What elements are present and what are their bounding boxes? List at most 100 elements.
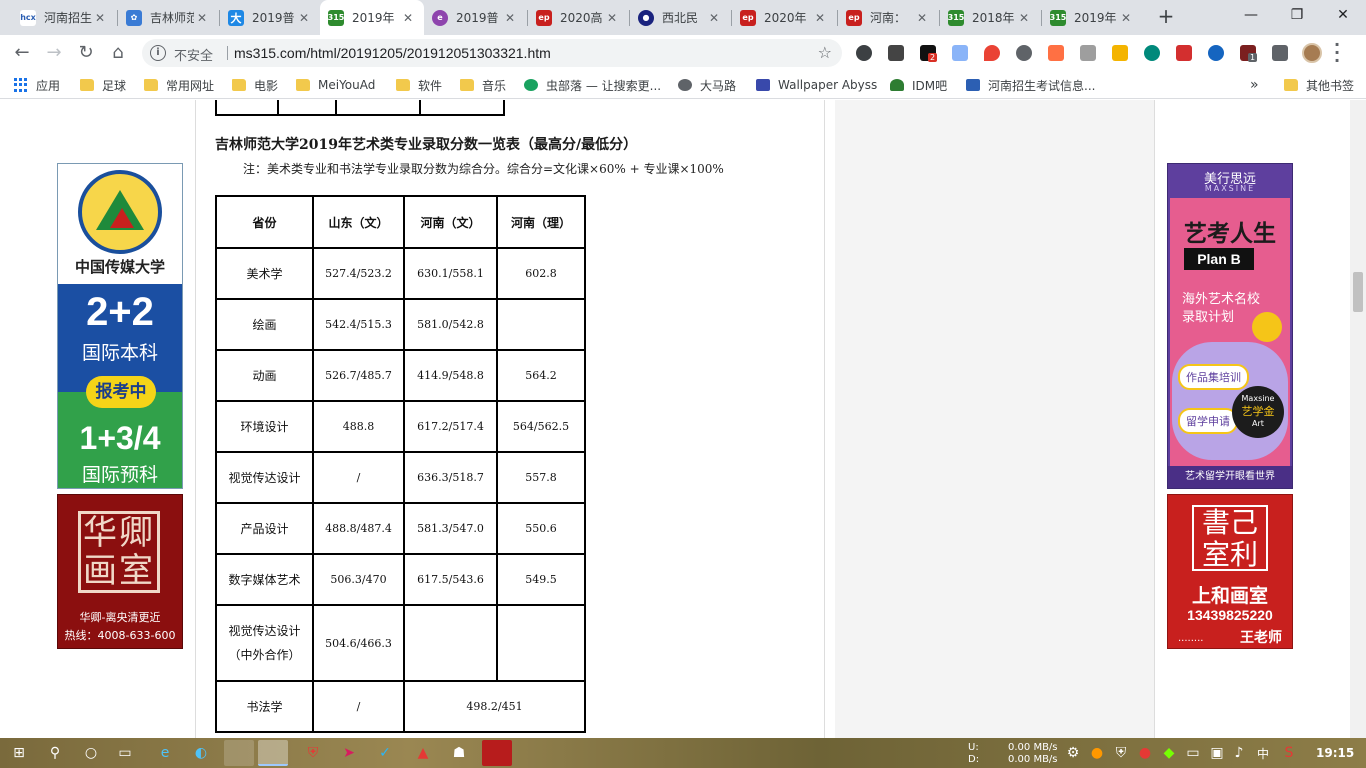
info-icon[interactable]: i [150, 45, 166, 61]
profile-avatar[interactable] [1302, 43, 1322, 63]
extension-yellow-icon[interactable] [1112, 45, 1128, 61]
browser-tab[interactable]: hcx 河南招生 ✕ [12, 0, 116, 35]
tab-close-icon[interactable]: ✕ [1118, 11, 1134, 25]
browser-tab[interactable]: 315 2019年 ✕ [1042, 0, 1142, 35]
extension-x-icon[interactable] [1208, 45, 1224, 61]
tray-battery-icon[interactable]: ▭ [1182, 742, 1204, 764]
extension-ball-icon[interactable] [1144, 45, 1160, 61]
tab-close-icon[interactable]: ✕ [296, 11, 312, 25]
extension-e-icon[interactable] [856, 45, 872, 61]
edge-icon[interactable]: ◐ [190, 742, 212, 764]
tray-hub-icon[interactable]: ⚙ [1062, 742, 1084, 764]
ie-icon[interactable]: e [154, 742, 176, 764]
browser-tab[interactable]: e 2019普 ✕ [424, 0, 526, 35]
bookmark-apps[interactable]: 应用 [14, 76, 60, 94]
tab-close-icon[interactable]: ✕ [400, 11, 416, 25]
browser-tab[interactable]: ✿ 吉林师范 ✕ [118, 0, 218, 35]
tab-close-icon[interactable]: ✕ [194, 11, 210, 25]
tray-record-icon[interactable]: ● [1134, 742, 1156, 764]
ad-shanghe-banner[interactable]: 書己室利 上和画室 13439825220 ........ 王老师 [1167, 494, 1293, 649]
bookmark-folder[interactable]: 音乐 [460, 76, 506, 94]
extensions-puzzle-icon[interactable] [1272, 45, 1288, 61]
tray-sogou-icon[interactable]: S [1278, 742, 1300, 764]
tab-close-icon[interactable]: ✕ [1016, 11, 1032, 25]
tab-close-icon[interactable]: ✕ [812, 11, 828, 25]
bookmark-link[interactable]: Wallpaper Abyss [756, 76, 877, 94]
table-row: 动画 526.7/485.7 414.9/548.8 564.2 [215, 349, 586, 402]
bookmark-folder[interactable]: 足球 [80, 76, 126, 94]
bookmark-star-icon[interactable]: ☆ [818, 43, 832, 62]
extension-image-icon[interactable] [952, 45, 968, 61]
tray-volume-icon[interactable]: ♪ [1228, 742, 1250, 764]
other-bookmarks[interactable]: 其他书签 [1284, 76, 1354, 94]
bookmark-folder[interactable]: 电影 [232, 76, 278, 94]
tab-close-icon[interactable]: ✕ [914, 11, 930, 25]
ad-cuc-banner[interactable]: 中国传媒大学 2+2 国际本科 1+3/4 国际预科 报考中 [57, 163, 183, 489]
score-cell: 557.8 [496, 451, 586, 504]
windows-start-icon[interactable]: ⊞ [8, 742, 30, 764]
restore-button[interactable]: ❐ [1274, 0, 1320, 30]
alien-app-icon[interactable]: ☗ [448, 742, 470, 764]
extension-badge-icon[interactable]: 2 [920, 45, 938, 62]
browser-tab[interactable]: ● 西北民 ✕ [630, 0, 730, 35]
browser-tab[interactable]: ep 河南： ✕ [838, 0, 938, 35]
browser-tab[interactable]: 315 2018年 ✕ [940, 0, 1040, 35]
extension-dots-icon[interactable] [1176, 45, 1192, 61]
home-button[interactable]: ⌂ [104, 39, 132, 67]
extension-link-icon[interactable] [1016, 45, 1032, 61]
bookmark-link[interactable]: 河南招生考试信息... [966, 76, 1095, 94]
close-window-button[interactable]: ✕ [1320, 0, 1366, 30]
chrome-app[interactable] [258, 740, 288, 766]
extension-share-icon[interactable] [888, 45, 904, 61]
page-scrollbar[interactable] [1350, 100, 1366, 738]
tab-close-icon[interactable]: ✕ [706, 11, 722, 25]
ad-huaqing-banner[interactable]: 华卿画室 华卿-离央清更近 热线：4008-633-600 [57, 494, 183, 649]
task-view-icon[interactable]: ▭ [114, 742, 136, 764]
reload-button[interactable]: ↻ [72, 39, 100, 67]
swirl-icon: e [432, 9, 448, 26]
browser-tab[interactable]: ep 2020高 ✕ [528, 0, 628, 35]
tab-close-icon[interactable]: ✕ [92, 11, 108, 25]
search-icon[interactable]: ⚲ [44, 742, 66, 764]
minimize-button[interactable]: — [1228, 0, 1274, 30]
file-explorer-app[interactable] [224, 740, 254, 766]
table-row: 视觉传达设计 （中外合作） 504.6/466.3 [215, 604, 586, 682]
pdf-app[interactable] [482, 740, 512, 766]
arrow-app-icon[interactable]: ➤ [338, 742, 360, 764]
browser-tab[interactable]: 大 2019普 ✕ [220, 0, 320, 35]
ad-maxsine-banner[interactable]: 美行思远 MAXSINE 艺考人生 Plan B 海外艺术名校 录取计划 作品集… [1167, 163, 1293, 489]
bookmark-link[interactable]: 大马路 [678, 76, 736, 94]
bookmarks-overflow-button[interactable]: » [1250, 76, 1259, 94]
taskbar-clock[interactable]: 19:15 [1316, 746, 1354, 760]
bookmark-link[interactable]: IDM吧 [890, 76, 947, 94]
ime-indicator[interactable]: 中 [1252, 742, 1274, 764]
bookmark-folder[interactable]: 常用网址 [144, 76, 214, 94]
bookmark-folder[interactable]: 软件 [396, 76, 442, 94]
tray-orange-icon[interactable]: ● [1086, 742, 1108, 764]
tray-network-icon[interactable]: ▣ [1206, 742, 1228, 764]
scrollbar-thumb[interactable] [1353, 272, 1363, 312]
tab-close-icon[interactable]: ✕ [604, 11, 620, 25]
more-menu-icon[interactable]: · · · [1334, 37, 1340, 69]
tray-shield-icon[interactable]: ⛨ [1110, 742, 1132, 764]
check-app-icon[interactable]: ✓ [374, 742, 396, 764]
eol-icon: ep [536, 9, 552, 26]
cortana-icon[interactable]: ○ [80, 742, 102, 764]
extension-shield-icon[interactable]: 1 [1240, 45, 1258, 62]
extension-discount-icon[interactable] [1048, 45, 1064, 61]
bookmark-folder[interactable]: MeiYouAd [296, 76, 375, 94]
tray-nvidia-icon[interactable]: ◆ [1158, 742, 1180, 764]
forward-button[interactable]: → [40, 39, 68, 67]
extension-puzzle-gray-icon[interactable] [1080, 45, 1096, 61]
address-bar[interactable]: i 不安全 ms315.com/html/20191205/2019120513… [142, 39, 842, 67]
url-text[interactable]: ms315.com/html/20191205/201912051303321.… [234, 45, 551, 61]
browser-tab[interactable]: ep 2020年 ✕ [732, 0, 836, 35]
shield-app-icon[interactable]: ⛨ [302, 742, 324, 764]
browser-tab-active[interactable]: 315 2019年 ✕ [320, 0, 424, 35]
acrobat-icon[interactable]: ▲ [412, 742, 434, 764]
back-button[interactable]: ← [8, 39, 36, 67]
tab-close-icon[interactable]: ✕ [502, 11, 518, 25]
extension-pin-icon[interactable] [984, 45, 1000, 61]
bookmark-link[interactable]: 虫部落 — 让搜索更... [524, 76, 661, 94]
new-tab-button[interactable]: + [1154, 5, 1178, 29]
